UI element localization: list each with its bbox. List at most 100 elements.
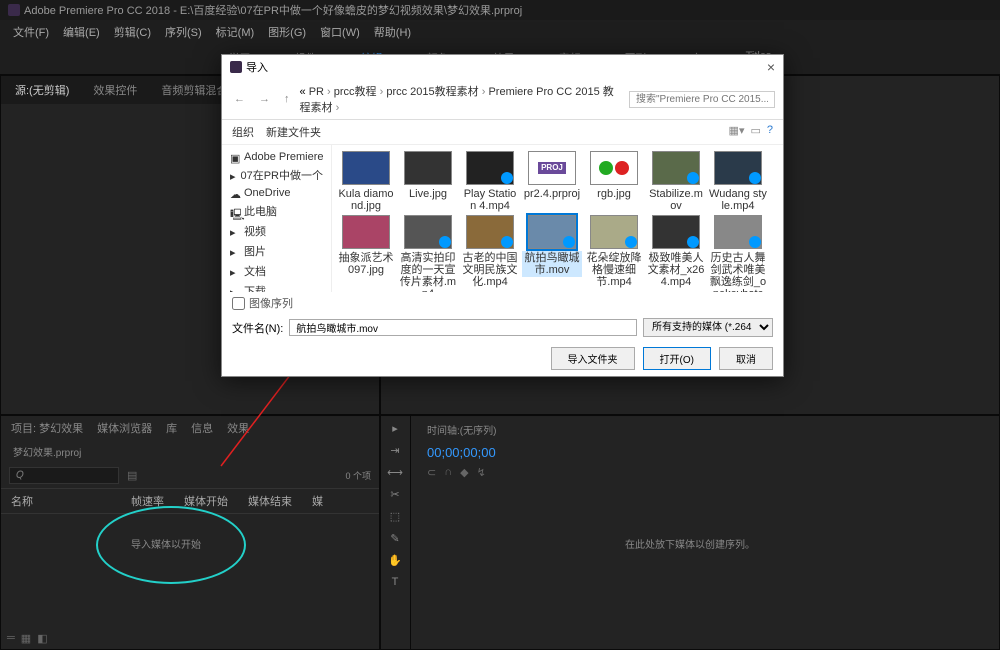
- sidebar-item[interactable]: ▸下载: [228, 281, 325, 292]
- slip-tool-icon[interactable]: ⬚: [385, 510, 405, 528]
- freeform-view-icon[interactable]: ◧: [37, 632, 47, 645]
- col-dur[interactable]: 媒: [312, 493, 323, 509]
- tab-media-browser[interactable]: 媒体浏览器: [97, 420, 152, 436]
- file-item[interactable]: Live.jpg: [398, 151, 458, 213]
- list-view-icon[interactable]: ═: [7, 632, 15, 645]
- menu-edit[interactable]: 编辑(E): [58, 22, 105, 42]
- sidebar-item[interactable]: ▸07在PR中做一个: [228, 165, 325, 185]
- project-tabs: 项目: 梦幻效果 媒体浏览器 库 信息 效果: [1, 416, 379, 440]
- file-item[interactable]: 极致唯美人文素材_x264.mp4: [646, 215, 706, 292]
- menu-seq[interactable]: 序列(S): [160, 22, 207, 42]
- hand-tool-icon[interactable]: ✋: [385, 554, 405, 572]
- timecode[interactable]: 00;00;00;00: [415, 443, 999, 462]
- nav-fwd-icon[interactable]: →: [255, 93, 274, 105]
- project-file-name: 梦幻效果.prproj: [1, 440, 379, 463]
- view-menu-icon[interactable]: ▦▾: [729, 124, 745, 140]
- menu-bar: 文件(F) 编辑(E) 剪辑(C) 序列(S) 标记(M) 图形(G) 窗口(W…: [0, 20, 1000, 44]
- sidebar-item[interactable]: ☁OneDrive: [228, 185, 325, 201]
- ripple-tool-icon[interactable]: ⟷: [385, 466, 405, 484]
- dialog-app-icon: [230, 61, 242, 73]
- new-folder-button[interactable]: 新建文件夹: [266, 124, 321, 140]
- col-out[interactable]: 媒体结束: [248, 493, 292, 509]
- settings-wrench-icon[interactable]: ↯: [477, 466, 486, 479]
- import-dialog: 导入 × ← → ↑ « PR › prcc教程 › prcc 2015教程素材…: [221, 54, 784, 377]
- open-button[interactable]: 打开(O): [643, 347, 711, 370]
- menu-clip[interactable]: 剪辑(C): [109, 22, 156, 42]
- icon-view-icon[interactable]: ▦: [21, 632, 31, 645]
- dialog-titlebar: 导入 ×: [222, 55, 783, 79]
- col-name[interactable]: 名称: [11, 493, 111, 509]
- annotation-circle: [96, 506, 246, 584]
- image-sequence-checkbox[interactable]: [232, 297, 245, 310]
- menu-mark[interactable]: 标记(M): [211, 22, 260, 42]
- dialog-sidebar: ▣Adobe Premiere▸07在PR中做一个☁OneDrive🖳此电脑▸视…: [222, 145, 332, 292]
- filename-label: 文件名(N):: [232, 320, 283, 336]
- file-item[interactable]: Stabilize.mov: [646, 151, 706, 213]
- filter-select[interactable]: 所有支持的媒体 (*.264;*.3G2;*: [643, 318, 773, 337]
- tab-source[interactable]: 源:(无剪辑): [11, 80, 73, 100]
- sidebar-item[interactable]: 🖳此电脑: [228, 201, 325, 221]
- tab-lib[interactable]: 库: [166, 420, 177, 436]
- sidebar-item[interactable]: ▸文档: [228, 261, 325, 281]
- dialog-toolbar: 组织 新建文件夹 ▦▾ ▭ ?: [222, 120, 783, 145]
- sidebar-item[interactable]: ▸图片: [228, 241, 325, 261]
- dialog-title: 导入: [246, 59, 268, 75]
- nav-up-icon[interactable]: ↑: [280, 93, 294, 105]
- image-sequence-label: 图像序列: [249, 295, 293, 311]
- file-item[interactable]: Play Station 4.mp4: [460, 151, 520, 213]
- sidebar-item[interactable]: ▸视频: [228, 221, 325, 241]
- close-icon[interactable]: ×: [767, 59, 775, 75]
- file-grid[interactable]: Kula diamond.jpgLive.jpgPlay Station 4.m…: [332, 145, 783, 292]
- preview-pane-icon[interactable]: ▭: [750, 124, 760, 140]
- file-item[interactable]: 古老的中国文明民族文化.mp4: [460, 215, 520, 292]
- link-icon[interactable]: ∩: [444, 466, 452, 479]
- file-item[interactable]: 航拍鸟瞰城市.mov: [522, 215, 582, 292]
- selection-tool-icon[interactable]: ▸: [385, 422, 405, 440]
- pen-tool-icon[interactable]: ✎: [385, 532, 405, 550]
- tab-fx-controls[interactable]: 效果控件: [89, 80, 141, 100]
- cancel-button[interactable]: 取消: [719, 347, 773, 370]
- project-view-buttons: ═ ▦ ◧: [7, 632, 48, 645]
- menu-help[interactable]: 帮助(H): [369, 22, 416, 42]
- timeline-title: 时间轴:(无序列): [415, 416, 999, 443]
- menu-win[interactable]: 窗口(W): [315, 22, 365, 42]
- menu-graph[interactable]: 图形(G): [263, 22, 311, 42]
- tab-effects[interactable]: 效果: [227, 420, 249, 436]
- sidebar-item[interactable]: ▣Adobe Premiere: [228, 149, 325, 165]
- bin-icon[interactable]: ▤: [127, 469, 137, 482]
- nav-back-icon[interactable]: ←: [230, 93, 249, 105]
- tab-project[interactable]: 项目: 梦幻效果: [11, 420, 83, 436]
- search-input[interactable]: [629, 91, 775, 108]
- help-icon[interactable]: ?: [767, 124, 773, 140]
- image-sequence-row: 图像序列: [222, 292, 783, 314]
- import-folder-button[interactable]: 导入文件夹: [551, 347, 635, 370]
- items-count: 0 个项: [345, 469, 371, 482]
- breadcrumb[interactable]: « PR › prcc教程 › prcc 2015教程素材 › Premiere…: [300, 83, 624, 115]
- menu-file[interactable]: 文件(F): [8, 22, 54, 42]
- tab-info[interactable]: 信息: [191, 420, 213, 436]
- type-tool-icon[interactable]: T: [385, 576, 405, 594]
- timeline-drop-hint: 在此处放下媒体以创建序列。: [625, 536, 755, 551]
- file-item[interactable]: 高清实拍印度的一天宣传片素材.mp4: [398, 215, 458, 292]
- file-item[interactable]: PROJpr2.4.prproj: [522, 151, 582, 213]
- app-icon: [8, 4, 20, 16]
- filename-input[interactable]: [289, 319, 637, 336]
- project-search-input[interactable]: [9, 467, 119, 484]
- file-item[interactable]: 历史古人舞剑武术唯美飘逸练剑_onekeybatch.mp4: [708, 215, 768, 292]
- window-title: Adobe Premiere Pro CC 2018 - E:\百度经验\07在…: [24, 2, 522, 18]
- file-item[interactable]: Wudang style.mp4: [708, 151, 768, 213]
- marker-icon[interactable]: ◆: [460, 466, 468, 479]
- timeline-panel: ▸ ⇥ ⟷ ✂ ⬚ ✎ ✋ T 时间轴:(无序列) 00;00;00;00 ⊂ …: [380, 415, 1000, 650]
- filename-row: 文件名(N): 所有支持的媒体 (*.264;*.3G2;*: [222, 314, 783, 341]
- project-search-row: ▤ 0 个项: [1, 463, 379, 488]
- organize-menu[interactable]: 组织: [232, 124, 254, 140]
- file-item[interactable]: 抽象派艺术 097.jpg: [336, 215, 396, 292]
- tool-column: ▸ ⇥ ⟷ ✂ ⬚ ✎ ✋ T: [381, 416, 411, 649]
- track-select-icon[interactable]: ⇥: [385, 444, 405, 462]
- snap-icon[interactable]: ⊂: [427, 466, 436, 479]
- razor-tool-icon[interactable]: ✂: [385, 488, 405, 506]
- lower-panels: 项目: 梦幻效果 媒体浏览器 库 信息 效果 梦幻效果.prproj ▤ 0 个…: [0, 415, 1000, 650]
- file-item[interactable]: rgb.jpg: [584, 151, 644, 213]
- file-item[interactable]: 花朵绽放降格慢速细节.mp4: [584, 215, 644, 292]
- file-item[interactable]: Kula diamond.jpg: [336, 151, 396, 213]
